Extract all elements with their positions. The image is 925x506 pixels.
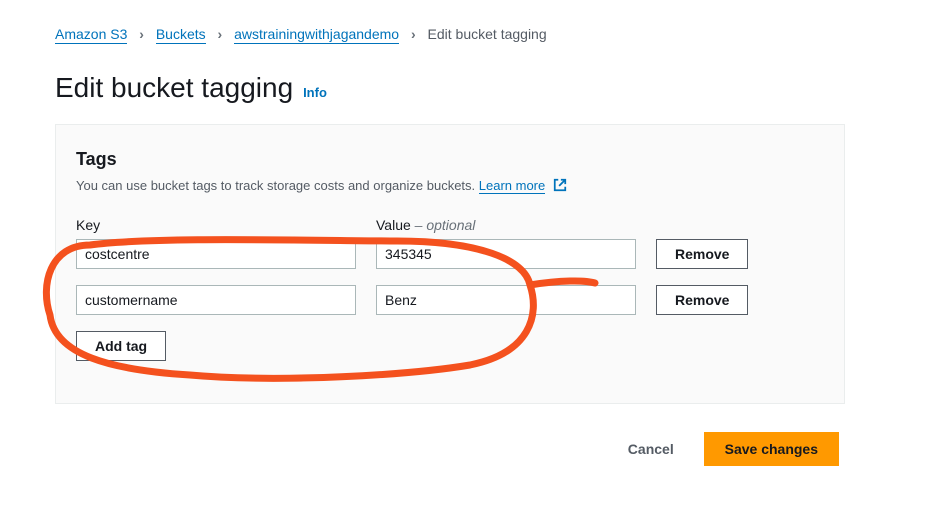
save-changes-button[interactable]: Save changes [704,432,839,466]
panel-description-text: You can use bucket tags to track storage… [76,178,479,193]
tag-key-input[interactable] [76,285,356,315]
column-value-text: Value [376,217,411,233]
panel-description: You can use bucket tags to track storage… [76,178,824,193]
column-key-label: Key [76,217,356,233]
remove-button[interactable]: Remove [656,285,748,315]
external-link-icon [553,178,567,192]
columns-header: Key Value – optional [76,217,824,233]
add-tag-row: Add tag [76,331,824,361]
footer-actions: Cancel Save changes [55,432,845,466]
chevron-right-icon: › [218,26,223,42]
panel-heading: Tags [76,149,824,170]
chevron-right-icon: › [411,26,416,42]
breadcrumb-link-bucket[interactable]: awstrainingwithjagandemo [234,26,399,44]
column-value-optional: – optional [411,217,476,233]
breadcrumb-link-s3[interactable]: Amazon S3 [55,26,127,44]
chevron-right-icon: › [139,26,144,42]
learn-more-link[interactable]: Learn more [479,178,545,194]
tags-panel: Tags You can use bucket tags to track st… [55,124,845,404]
tag-row: Remove [76,285,824,315]
tag-row: Remove [76,239,824,269]
info-link[interactable]: Info [303,85,327,100]
add-tag-button[interactable]: Add tag [76,331,166,361]
breadcrumb: Amazon S3 › Buckets › awstrainingwithjag… [55,26,845,42]
page-title: Edit bucket tagging [55,72,293,104]
column-value-label: Value – optional [376,217,636,233]
tag-key-input[interactable] [76,239,356,269]
tag-value-input[interactable] [376,285,636,315]
breadcrumb-link-buckets[interactable]: Buckets [156,26,206,44]
remove-button[interactable]: Remove [656,239,748,269]
breadcrumb-current: Edit bucket tagging [428,26,547,42]
cancel-button[interactable]: Cancel [628,441,674,457]
tag-value-input[interactable] [376,239,636,269]
